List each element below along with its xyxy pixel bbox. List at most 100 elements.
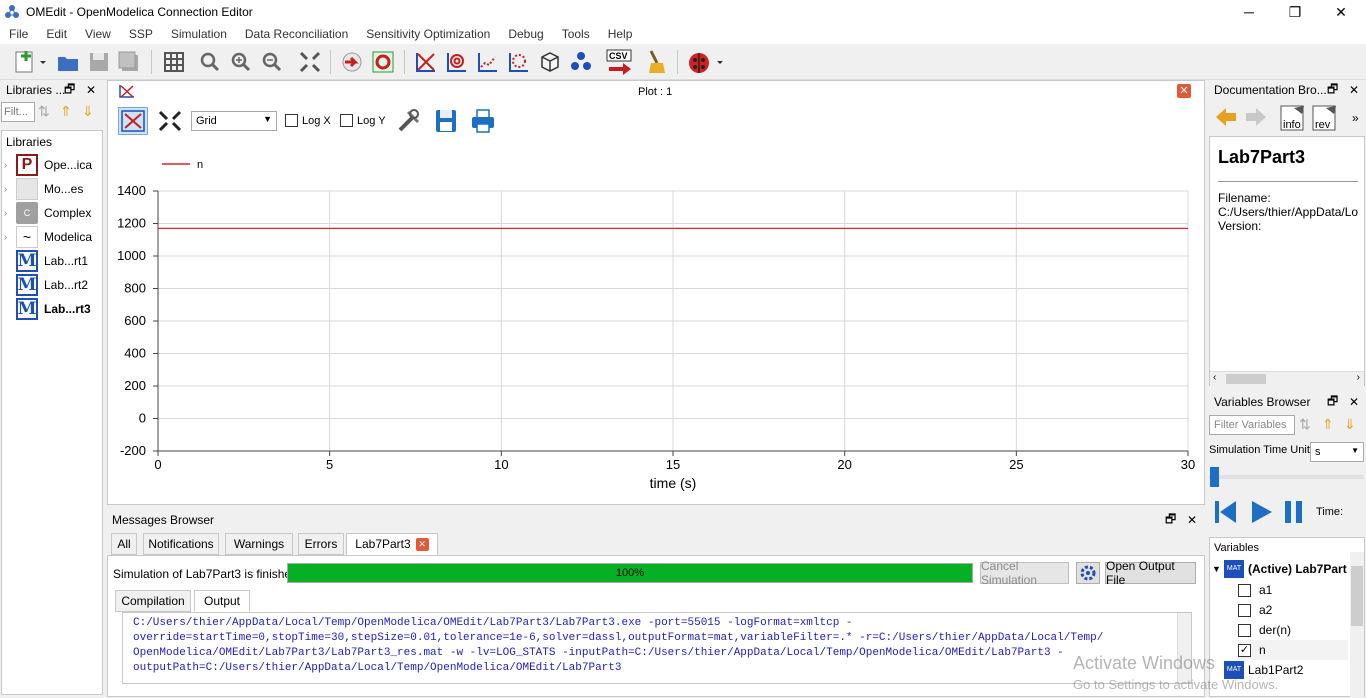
- library-item[interactable]: M Lab...rt3: [4, 297, 91, 321]
- pause-button[interactable]: [1283, 499, 1305, 528]
- library-item[interactable]: › P Ope...ica: [4, 153, 92, 177]
- play-button[interactable]: [1250, 499, 1274, 528]
- scroll-thumb[interactable]: [1351, 566, 1363, 626]
- print-button[interactable]: [470, 108, 496, 137]
- libraries-filter-input[interactable]: Filt...: [1, 102, 35, 122]
- rewind-button[interactable]: [1214, 499, 1238, 528]
- menu-tools[interactable]: Tools: [553, 27, 599, 41]
- tab-all[interactable]: All: [111, 533, 137, 555]
- diagram-window-button[interactable]: [567, 48, 595, 76]
- doc-forward-button[interactable]: [1244, 106, 1268, 131]
- close-plot-button[interactable]: ✕: [1177, 84, 1191, 98]
- array-parametric-plot-button[interactable]: [505, 48, 533, 76]
- menu-simulation[interactable]: Simulation: [162, 27, 236, 41]
- close-tab-icon[interactable]: ✕: [415, 537, 429, 551]
- menu-help[interactable]: Help: [599, 27, 642, 41]
- library-item[interactable]: M Lab...rt2: [4, 273, 88, 297]
- variable-checkbox[interactable]: [1238, 603, 1251, 617]
- grid-button[interactable]: [160, 48, 188, 76]
- library-item[interactable]: › C Complex: [4, 201, 91, 225]
- grid-select[interactable]: Grid ▼: [191, 111, 277, 131]
- check-model-button[interactable]: [338, 48, 366, 76]
- expand-arrow-icon[interactable]: ›: [4, 184, 16, 195]
- auto-scale-button[interactable]: [118, 107, 148, 135]
- export-plot-button[interactable]: [434, 108, 458, 137]
- parametric-plot-button[interactable]: [443, 48, 471, 76]
- variable-checkbox[interactable]: [1238, 623, 1251, 637]
- menu-ssp[interactable]: SSP: [120, 27, 162, 41]
- library-item[interactable]: M Lab...rt1: [4, 249, 88, 273]
- menu-view[interactable]: View: [76, 27, 120, 41]
- variable-row[interactable]: ✓ n: [1238, 640, 1348, 660]
- close-libraries-icon[interactable]: ✕: [86, 83, 96, 97]
- output-text-area[interactable]: C:/Users/thier/AppData/Local/Temp/OpenMo…: [122, 612, 1192, 684]
- expand-icon[interactable]: ⇓: [1344, 416, 1356, 433]
- animation-button[interactable]: [536, 48, 564, 76]
- scroll-thumb[interactable]: [1226, 374, 1266, 384]
- undock-icon[interactable]: 🗗: [1165, 510, 1176, 531]
- doc-horizontal-scrollbar[interactable]: ‹ ›: [1210, 371, 1364, 386]
- doc-info-button[interactable]: info: [1280, 104, 1308, 132]
- scroll-right-icon[interactable]: ›: [1357, 372, 1360, 383]
- subtab-compilation[interactable]: Compilation: [115, 590, 191, 612]
- log-x-checkbox[interactable]: Log X: [285, 114, 331, 127]
- variable-row[interactable]: a1: [1238, 580, 1272, 600]
- menu-edit[interactable]: Edit: [37, 27, 76, 41]
- undock-icon[interactable]: 🗗: [1327, 80, 1338, 101]
- maximize-button[interactable]: ❐: [1272, 0, 1318, 24]
- slider-handle[interactable]: [1210, 467, 1219, 487]
- open-output-file-button[interactable]: Open Output File: [1105, 559, 1196, 587]
- active-model-row[interactable]: ▼ MAT (Active) Lab7Part: [1212, 559, 1347, 579]
- variable-checkbox[interactable]: [1238, 583, 1251, 597]
- variable-row[interactable]: a2: [1238, 600, 1272, 620]
- plot-chart[interactable]: 0 5 10 15 20 25 30 -200 0 200 400 600 800 1000 1200 140…: [108, 141, 1204, 505]
- fit-to-window-button[interactable]: [296, 48, 324, 76]
- menu-data-reconciliation[interactable]: Data Reconciliation: [236, 27, 357, 41]
- debug-button[interactable]: [685, 48, 725, 76]
- save-all-button[interactable]: [115, 48, 143, 76]
- variable-checkbox[interactable]: ✓: [1238, 643, 1251, 657]
- variables-scrollbar[interactable]: [1350, 552, 1364, 697]
- expand-arrow-icon[interactable]: ›: [4, 160, 16, 171]
- expand-icon[interactable]: ⇓: [82, 103, 94, 120]
- close-messages-icon[interactable]: ✕: [1187, 513, 1197, 527]
- more-chevron-icon[interactable]: »: [1352, 111, 1359, 125]
- menu-file[interactable]: File: [0, 27, 37, 41]
- clear-plot-button[interactable]: [641, 48, 669, 76]
- close-window-button[interactable]: ✕: [1318, 0, 1364, 24]
- doc-revision-button[interactable]: rev: [1312, 104, 1340, 132]
- save-button[interactable]: [85, 48, 113, 76]
- variable-row[interactable]: der(n): [1238, 620, 1291, 640]
- sort-icon[interactable]: ⇅: [38, 103, 50, 120]
- re-simulate-button[interactable]: [1076, 562, 1100, 584]
- close-variables-icon[interactable]: ✕: [1349, 395, 1359, 409]
- sort-icon[interactable]: ⇅: [1299, 416, 1311, 433]
- array-plot-button[interactable]: [474, 48, 502, 76]
- new-class-button[interactable]: [10, 48, 50, 76]
- setup-button[interactable]: [396, 108, 422, 137]
- menu-debug[interactable]: Debug: [499, 27, 552, 41]
- time-unit-select[interactable]: s ▼: [1310, 442, 1364, 462]
- chevron-down-icon[interactable]: ▼: [1212, 564, 1224, 574]
- zoom-in-button[interactable]: [227, 48, 255, 76]
- zoom-out-button[interactable]: [258, 48, 286, 76]
- library-item[interactable]: › ~ Modelica: [4, 225, 92, 249]
- close-documentation-icon[interactable]: ✕: [1349, 83, 1359, 97]
- undock-icon[interactable]: 🗗: [64, 80, 75, 101]
- menu-sensitivity-optimization[interactable]: Sensitivity Optimization: [357, 27, 499, 41]
- cancel-simulation-button[interactable]: Cancel Simulation: [980, 559, 1069, 587]
- tab-warnings[interactable]: Warnings: [225, 533, 293, 555]
- undock-icon[interactable]: 🗗: [1327, 392, 1338, 413]
- open-button[interactable]: [54, 48, 82, 76]
- zoom-button[interactable]: [196, 48, 224, 76]
- tab-errors[interactable]: Errors: [298, 533, 344, 555]
- collapse-icon[interactable]: ⇑: [1322, 416, 1334, 433]
- time-slider[interactable]: [1209, 467, 1366, 487]
- tab-lab7part3[interactable]: Lab7Part3 ✕: [346, 533, 438, 555]
- minimize-button[interactable]: ─: [1226, 0, 1272, 24]
- new-plot-button[interactable]: [412, 48, 440, 76]
- scroll-left-icon[interactable]: ‹: [1213, 372, 1216, 383]
- tab-notifications[interactable]: Notifications: [143, 533, 219, 555]
- expand-arrow-icon[interactable]: ›: [4, 208, 16, 219]
- doc-back-button[interactable]: [1214, 106, 1238, 131]
